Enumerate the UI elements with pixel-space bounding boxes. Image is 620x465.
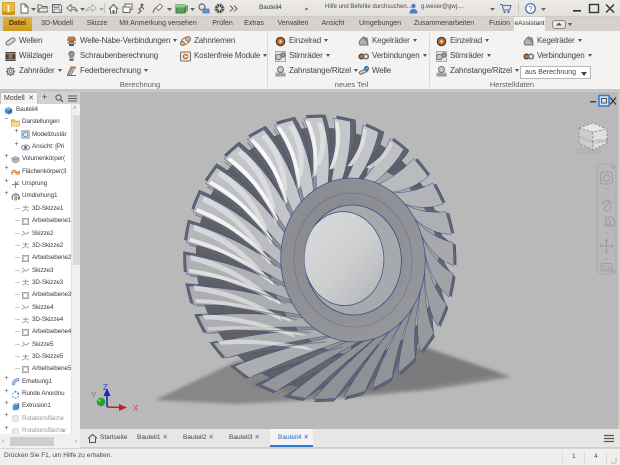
svg-text:?: ? [528, 4, 532, 13]
svg-text:I: I [7, 4, 11, 15]
svg-text:X: X [133, 404, 139, 413]
svg-text:Y: Y [91, 391, 97, 400]
